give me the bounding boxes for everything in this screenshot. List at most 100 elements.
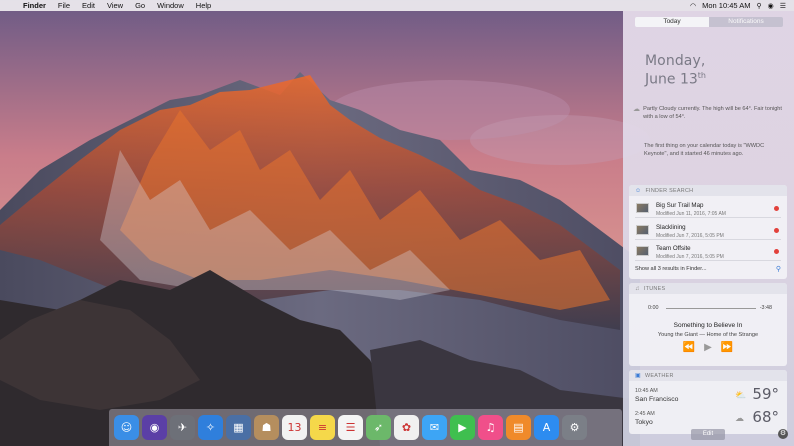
itunes-title: ITUNES xyxy=(643,285,666,292)
city-temperature: 59° xyxy=(752,385,779,403)
dock-app-launchpad[interactable]: ✈ xyxy=(170,415,195,440)
red-tag-icon xyxy=(774,206,779,211)
dock-app-facetime[interactable]: ▶ xyxy=(450,415,475,440)
tab-today[interactable]: Today xyxy=(635,17,709,27)
today-date-text: June 13 xyxy=(645,71,698,88)
dock-app-app-store[interactable]: A xyxy=(534,415,559,440)
calendar-summary: The first thing on your calendar today i… xyxy=(644,143,765,157)
menu-finder[interactable]: Finder xyxy=(20,1,52,10)
gear-icon[interactable]: ⚙ xyxy=(778,429,788,439)
dock-app-notes[interactable]: ≡ xyxy=(310,415,335,440)
calendar-icon: 13 xyxy=(287,421,302,434)
weather-header: ▣ WEATHER xyxy=(629,370,787,381)
dock-app-ibooks[interactable]: ▤ xyxy=(506,415,531,440)
dock-app-finder[interactable]: ☺ xyxy=(114,415,139,440)
weather-summary: ☁ Partly Cloudy currently. The high will… xyxy=(633,106,788,121)
play-icon[interactable]: ▶ xyxy=(704,342,712,353)
notes-icon: ≡ xyxy=(317,421,328,434)
dock-app-preview[interactable]: ▦ xyxy=(226,415,251,440)
menu-view[interactable]: View xyxy=(101,1,129,10)
finder-result[interactable]: Slacklining Modified Jun 7, 2016, 5:05 P… xyxy=(635,221,781,240)
today-weekday: Monday, xyxy=(645,53,706,69)
partly-cloudy-icon: ☁ xyxy=(633,106,640,113)
previous-track-icon[interactable]: ⏪ xyxy=(683,342,695,353)
finder-search-header: ☺ FINDER SEARCH xyxy=(629,185,787,196)
safari-icon: ✧ xyxy=(205,421,216,434)
menu-edit[interactable]: Edit xyxy=(76,1,101,10)
dock-app-siri[interactable]: ◉ xyxy=(142,415,167,440)
dock-app-itunes[interactable]: ♫ xyxy=(478,415,503,440)
next-track-icon[interactable]: ⏩ xyxy=(721,342,733,353)
today-date-suffix: th xyxy=(697,71,706,80)
reminders-icon: ☰ xyxy=(345,421,356,434)
menu-bar: Finder File Edit View Go Window Help ◠ M… xyxy=(0,0,794,11)
finder-result-name: Team Offsite xyxy=(656,245,691,252)
city-temperature: 68° xyxy=(752,408,779,426)
contacts-icon: ☗ xyxy=(261,421,272,434)
red-tag-icon xyxy=(774,228,779,233)
app-store-icon: A xyxy=(542,421,551,434)
finder-icon: ☺ xyxy=(120,421,133,434)
weather-city-row[interactable]: 10:45 AM San Francisco ⛅ 59° xyxy=(635,385,781,408)
photos-icon: ✿ xyxy=(401,421,412,434)
finder-result-name: Big Sur Trail Map xyxy=(656,202,704,209)
notification-center-icon[interactable]: ☰ xyxy=(780,2,786,10)
artist-album: Young the Giant — Home of the Strange xyxy=(657,332,759,338)
menu-window[interactable]: Window xyxy=(151,1,190,10)
menu-help[interactable]: Help xyxy=(190,1,217,10)
cloudy-icon: ☁ xyxy=(735,413,744,423)
finder-icon: ☺ xyxy=(635,187,642,194)
finder-result-name: Slacklining xyxy=(656,224,686,231)
city-name: Tokyo xyxy=(635,419,653,426)
itunes-widget: ♫ ITUNES 0:00 -3:48 Something to Believe… xyxy=(629,283,787,366)
progress-bar[interactable] xyxy=(666,308,756,309)
ibooks-icon: ▤ xyxy=(513,421,524,434)
facetime-icon: ▶ xyxy=(458,421,467,434)
remaining-time: -3:48 xyxy=(759,305,772,311)
show-all-results-link[interactable]: Show all 3 results in Finder... xyxy=(635,266,707,272)
playback-controls: ⏪ ▶ ⏩ xyxy=(629,342,787,353)
messages-icon: ✉ xyxy=(429,421,440,434)
city-name: San Francisco xyxy=(635,396,679,403)
menu-clock[interactable]: Mon 10:45 AM xyxy=(702,1,750,10)
itunes-icon: ♫ xyxy=(485,421,496,434)
city-time: 10:45 AM xyxy=(635,388,658,394)
edit-widgets-button[interactable]: Edit xyxy=(691,429,725,440)
dock-app-reminders[interactable]: ☰ xyxy=(338,415,363,440)
finder-result-modified: Modified Jun 7, 2016, 5:05 PM xyxy=(656,254,724,260)
file-thumbnail xyxy=(636,246,649,256)
red-tag-icon xyxy=(774,249,779,254)
wifi-icon[interactable]: ◠ xyxy=(690,2,696,10)
itunes-icon: ♫ xyxy=(635,285,640,292)
tab-notifications[interactable]: Notifications xyxy=(709,17,783,27)
finder-result-modified: Modified Jun 7, 2016, 5:05 PM xyxy=(656,233,724,239)
notification-center-panel: Today Notifications Monday, June 13th ☁ … xyxy=(623,11,794,446)
city-time: 2:45 AM xyxy=(635,411,655,417)
siri-icon[interactable]: ◉ xyxy=(768,2,774,10)
spotlight-search-icon[interactable]: ⚲ xyxy=(756,2,761,10)
weather-city-row[interactable]: 2:45 AM Tokyo ☁ 68° xyxy=(635,408,781,431)
dock-app-photos[interactable]: ✿ xyxy=(394,415,419,440)
dock-app-contacts[interactable]: ☗ xyxy=(254,415,279,440)
today-date: June 13th xyxy=(645,71,706,88)
dock-app-calendar[interactable]: 13 xyxy=(282,415,307,440)
finder-result[interactable]: Team Offsite Modified Jun 7, 2016, 5:05 … xyxy=(635,242,781,261)
dock-app-maps[interactable]: ➶ xyxy=(366,415,391,440)
finder-result[interactable]: Big Sur Trail Map Modified Jun 11, 2016,… xyxy=(635,199,781,218)
dock-app-system-preferences[interactable]: ⚙ xyxy=(562,415,587,440)
menu-go[interactable]: Go xyxy=(129,1,151,10)
dock-app-safari[interactable]: ✧ xyxy=(198,415,223,440)
partly-cloudy-icon: ⛅ xyxy=(735,390,747,400)
launchpad-icon: ✈ xyxy=(177,421,188,434)
siri-icon: ◉ xyxy=(149,421,160,434)
file-thumbnail xyxy=(636,203,649,213)
system-preferences-icon: ⚙ xyxy=(569,421,580,434)
finder-search-icon: ⚲ xyxy=(775,266,781,273)
finder-result-modified: Modified Jun 11, 2016, 7:05 AM xyxy=(656,211,726,217)
finder-search-title: FINDER SEARCH xyxy=(645,187,694,194)
song-title: Something to Believe In xyxy=(673,322,743,329)
weather-summary-text: Partly Cloudy currently. The high will b… xyxy=(643,106,782,120)
weather-title: WEATHER xyxy=(644,372,674,379)
menu-file[interactable]: File xyxy=(52,1,76,10)
dock-app-messages[interactable]: ✉ xyxy=(422,415,447,440)
